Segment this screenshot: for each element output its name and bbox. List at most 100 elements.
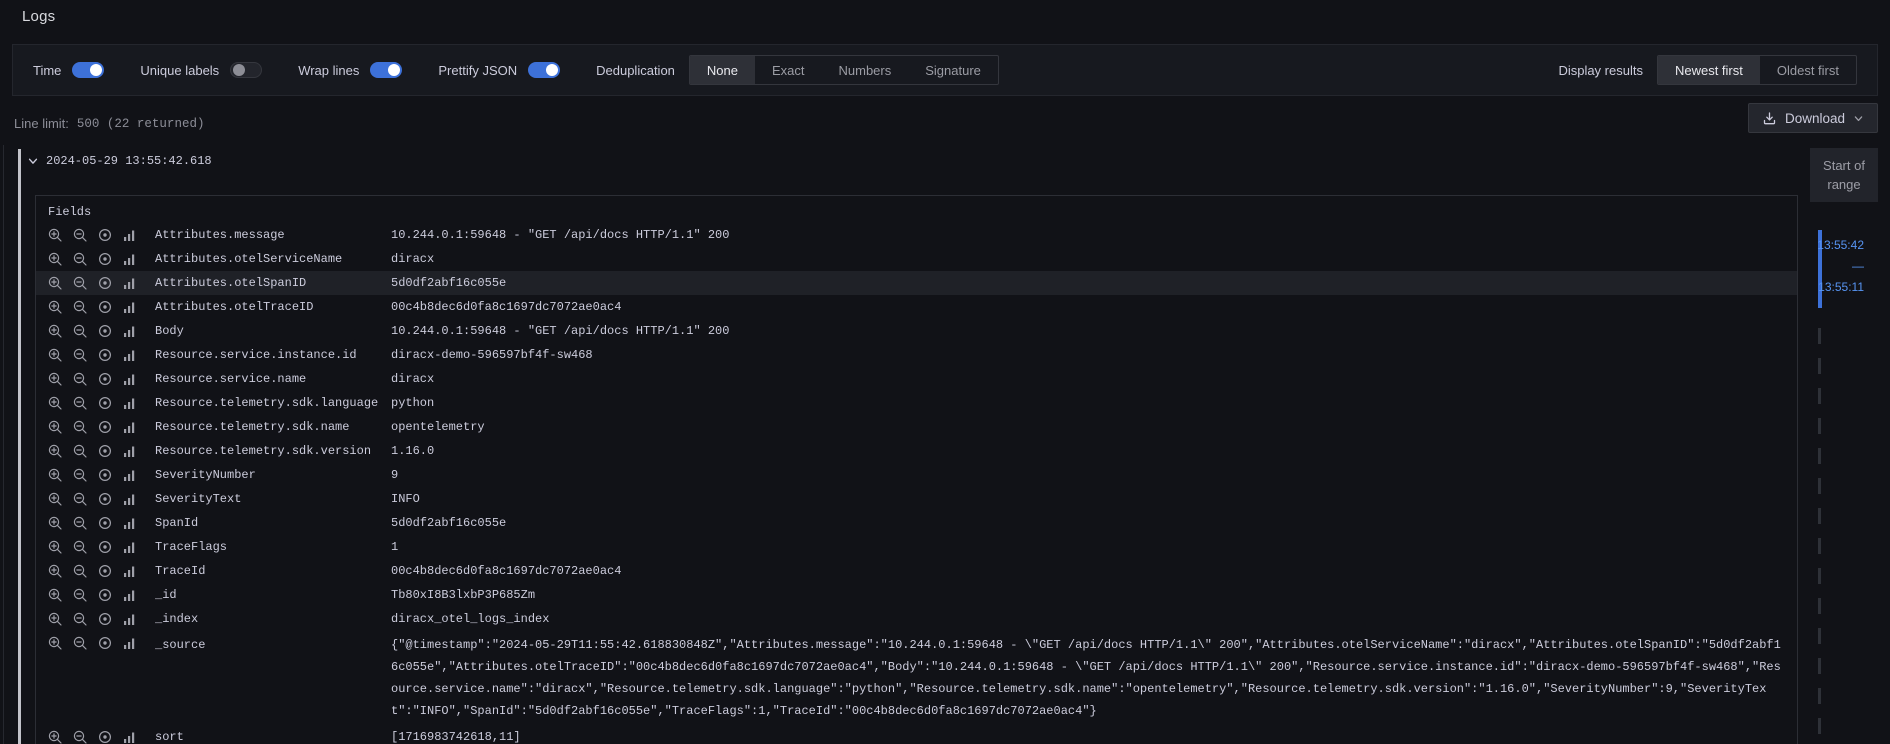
- start-of-range-label: Start of range: [1810, 148, 1878, 202]
- filter-out-value-icon[interactable]: [73, 612, 87, 626]
- filter-for-value-icon[interactable]: [48, 444, 62, 458]
- filter-out-value-icon[interactable]: [73, 348, 87, 362]
- field-stats-icon[interactable]: [123, 516, 137, 530]
- line-limit-value: 500 (22 returned): [77, 116, 205, 131]
- field-stats-icon[interactable]: [123, 324, 137, 338]
- toggle-visibility-icon[interactable]: [98, 228, 112, 242]
- toggle-time[interactable]: Time: [33, 62, 104, 78]
- filter-for-value-icon[interactable]: [48, 396, 62, 410]
- field-stats-icon[interactable]: [123, 540, 137, 554]
- field-stats-icon[interactable]: [123, 300, 137, 314]
- toggle-visibility-icon[interactable]: [98, 468, 112, 482]
- toggle-visibility-icon[interactable]: [98, 540, 112, 554]
- filter-for-value-icon[interactable]: [48, 348, 62, 362]
- filter-out-value-icon[interactable]: [73, 492, 87, 506]
- filter-for-value-icon[interactable]: [48, 492, 62, 506]
- filter-out-value-icon[interactable]: [73, 540, 87, 554]
- filter-out-value-icon[interactable]: [73, 420, 87, 434]
- order-option-oldest-first[interactable]: Oldest first: [1760, 56, 1856, 84]
- filter-for-value-icon[interactable]: [48, 564, 62, 578]
- toggle-unique-labels[interactable]: Unique labels: [140, 62, 262, 78]
- filter-out-value-icon[interactable]: [73, 372, 87, 386]
- filter-out-value-icon[interactable]: [73, 516, 87, 530]
- toggle-visibility-icon[interactable]: [98, 276, 112, 290]
- toggle-visibility-icon[interactable]: [98, 372, 112, 386]
- field-stats-icon[interactable]: [123, 730, 137, 744]
- download-button[interactable]: Download: [1748, 103, 1878, 133]
- toggle-visibility-icon[interactable]: [98, 324, 112, 338]
- toggle-visibility-icon[interactable]: [98, 348, 112, 362]
- dedup-option-numbers[interactable]: Numbers: [822, 56, 909, 84]
- field-stats-icon[interactable]: [123, 564, 137, 578]
- field-stats-icon[interactable]: [123, 252, 137, 266]
- dedup-option-exact[interactable]: Exact: [755, 56, 822, 84]
- collapse-chevron-icon[interactable]: [27, 155, 39, 167]
- filter-for-value-icon[interactable]: [48, 468, 62, 482]
- field-stats-icon[interactable]: [123, 348, 137, 362]
- order-option-newest-first[interactable]: Newest first: [1658, 56, 1760, 84]
- toggle-visibility-icon[interactable]: [98, 444, 112, 458]
- toggle-wrap-lines[interactable]: Wrap lines: [298, 62, 402, 78]
- toggle-visibility-icon[interactable]: [98, 612, 112, 626]
- filter-out-value-icon[interactable]: [73, 564, 87, 578]
- toggle-visibility-icon[interactable]: [98, 252, 112, 266]
- field-stats-icon[interactable]: [123, 372, 137, 386]
- field-stats-icon[interactable]: [123, 468, 137, 482]
- filter-out-value-icon[interactable]: [73, 252, 87, 266]
- filter-for-value-icon[interactable]: [48, 420, 62, 434]
- filter-for-value-icon[interactable]: [48, 324, 62, 338]
- dedup-option-none[interactable]: None: [690, 56, 755, 84]
- log-row-header[interactable]: 2024-05-29 13:55:42.618: [27, 154, 212, 168]
- filter-for-value-icon[interactable]: [48, 612, 62, 626]
- filter-out-value-icon[interactable]: [73, 588, 87, 602]
- dedup-option-signature[interactable]: Signature: [908, 56, 998, 84]
- filter-out-value-icon[interactable]: [73, 636, 87, 650]
- toggle-prettify-json[interactable]: Prettify JSON: [438, 62, 560, 78]
- field-stats-icon[interactable]: [123, 228, 137, 242]
- toggle-switch[interactable]: [370, 62, 402, 78]
- filter-for-value-icon[interactable]: [48, 636, 62, 650]
- filter-out-value-icon[interactable]: [73, 276, 87, 290]
- toggle-visibility-icon[interactable]: [98, 492, 112, 506]
- toggle-switch[interactable]: [230, 62, 262, 78]
- filter-for-value-icon[interactable]: [48, 276, 62, 290]
- toggle-switch[interactable]: [72, 62, 104, 78]
- toggle-visibility-icon[interactable]: [98, 636, 112, 650]
- field-stats-icon[interactable]: [123, 492, 137, 506]
- field-value: 1.16.0: [391, 442, 1797, 460]
- filter-out-value-icon[interactable]: [73, 396, 87, 410]
- toggle-visibility-icon[interactable]: [98, 300, 112, 314]
- filter-out-value-icon[interactable]: [73, 730, 87, 744]
- filter-for-value-icon[interactable]: [48, 372, 62, 386]
- field-name: Resource.service.name: [155, 370, 391, 388]
- download-icon: [1762, 111, 1777, 126]
- filter-out-value-icon[interactable]: [73, 468, 87, 482]
- field-stats-icon[interactable]: [123, 276, 137, 290]
- filter-for-value-icon[interactable]: [48, 228, 62, 242]
- toggle-switch[interactable]: [528, 62, 560, 78]
- filter-out-value-icon[interactable]: [73, 444, 87, 458]
- filter-out-value-icon[interactable]: [73, 324, 87, 338]
- logs-options-toolbar: Time Unique labels Wrap lines Prettify JSON…: [12, 44, 1878, 96]
- filter-for-value-icon[interactable]: [48, 730, 62, 744]
- toggle-visibility-icon[interactable]: [98, 396, 112, 410]
- filter-for-value-icon[interactable]: [48, 252, 62, 266]
- field-stats-icon[interactable]: [123, 396, 137, 410]
- filter-for-value-icon[interactable]: [48, 540, 62, 554]
- toggle-visibility-icon[interactable]: [98, 516, 112, 530]
- filter-out-value-icon[interactable]: [73, 228, 87, 242]
- toggle-visibility-icon[interactable]: [98, 588, 112, 602]
- toggle-visibility-icon[interactable]: [98, 564, 112, 578]
- filter-for-value-icon[interactable]: [48, 588, 62, 602]
- filter-out-value-icon[interactable]: [73, 300, 87, 314]
- field-stats-icon[interactable]: [123, 588, 137, 602]
- filter-for-value-icon[interactable]: [48, 300, 62, 314]
- field-stats-icon[interactable]: [123, 636, 137, 650]
- log-navigation-timeline[interactable]: [1818, 328, 1821, 744]
- toggle-visibility-icon[interactable]: [98, 420, 112, 434]
- toggle-visibility-icon[interactable]: [98, 730, 112, 744]
- field-stats-icon[interactable]: [123, 612, 137, 626]
- field-stats-icon[interactable]: [123, 420, 137, 434]
- field-stats-icon[interactable]: [123, 444, 137, 458]
- filter-for-value-icon[interactable]: [48, 516, 62, 530]
